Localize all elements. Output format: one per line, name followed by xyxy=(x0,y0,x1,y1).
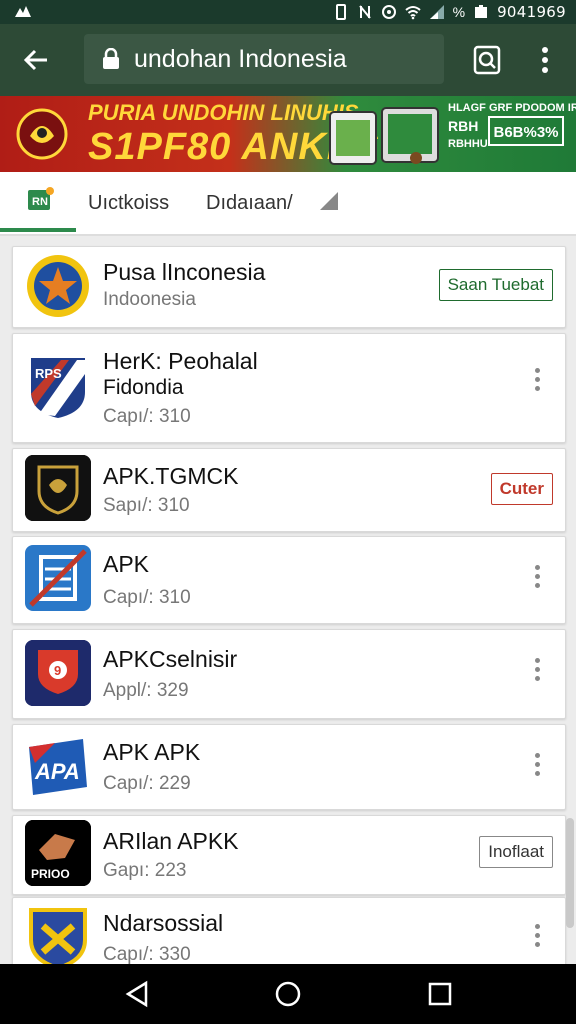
banner-price-box[interactable]: B6B%3% xyxy=(488,116,564,146)
app-card[interactable]: APA APK APK Capı/: 229 xyxy=(12,724,566,810)
app-bar: undohan Indonesia xyxy=(0,24,576,96)
vibrate-icon xyxy=(335,4,346,20)
home-circle-icon[interactable] xyxy=(274,980,302,1008)
app-icon-text: PRIOO xyxy=(31,867,70,881)
tab-active-indicator xyxy=(0,228,76,232)
app-subtitle: Capı/: 310 xyxy=(103,406,191,427)
mute-icon xyxy=(358,5,371,19)
app-title: ARIlan APKK xyxy=(103,828,239,854)
dropdown-triangle-icon[interactable] xyxy=(318,190,340,212)
tab-first[interactable]: Uıctkoiss xyxy=(88,192,169,215)
system-nav-bar xyxy=(0,964,576,1024)
app-icon-blue-tile xyxy=(25,545,91,611)
banner-headline: PURIA UNDOHIN LINUHIS xyxy=(88,100,359,125)
app-subtitle: Capı/: 229 xyxy=(103,773,191,794)
scrollbar[interactable] xyxy=(566,818,574,928)
app-title: HerK: Peohalal xyxy=(103,348,258,374)
app-subtitle: Capı/: 330 xyxy=(103,944,191,965)
app-card[interactable]: 9 APKCselnisir Appl/: 329 xyxy=(12,629,566,719)
app-subtitle: Indoonesia xyxy=(103,289,196,310)
app-title: APK.TGMCK xyxy=(103,463,239,489)
app-subtitle: Capı/: 310 xyxy=(103,587,191,608)
url-text: undohan Indonesia xyxy=(134,44,347,73)
app-subtitle: Sapı/: 310 xyxy=(103,495,190,516)
emblem-logo-icon xyxy=(16,108,68,160)
battery-percent: % xyxy=(452,4,466,20)
app-icon-badge xyxy=(25,253,91,319)
app-title: APKCselnisir xyxy=(103,646,238,672)
tablet-illustration-icon xyxy=(329,107,439,165)
app-card[interactable]: PRIOO ARIlan APKK Gapı: 223 Inoflaat xyxy=(12,815,566,895)
svg-text:APA: APA xyxy=(34,759,80,784)
more-options-icon[interactable] xyxy=(535,565,541,592)
tab-apps[interactable]: RN xyxy=(26,186,54,214)
app-icon-apa: APA xyxy=(25,733,91,799)
app-title: APK xyxy=(103,551,150,577)
app-icon-shield-yellow xyxy=(25,904,91,970)
svg-text:9: 9 xyxy=(54,663,61,678)
app-icon-anvil: PRIOO xyxy=(25,820,91,886)
app-title: Ndarsossial xyxy=(103,910,224,936)
banner-small-line3: RBHHU xyxy=(448,138,488,150)
status-bar: % 9041969 xyxy=(0,0,576,24)
url-bar[interactable]: undohan Indonesia xyxy=(84,34,444,84)
signal-icon xyxy=(429,5,444,19)
banner-small-line2: RBH xyxy=(448,118,479,134)
notification-icon xyxy=(15,6,31,17)
app-action-button[interactable]: Inoflaat xyxy=(479,836,553,868)
app-title-line2: Fidondia xyxy=(103,376,184,399)
more-options-icon[interactable] xyxy=(535,658,541,685)
back-arrow-icon[interactable] xyxy=(22,46,50,74)
app-icon-shield: RPS xyxy=(25,354,91,420)
tab-bar: RN Uıctkoiss Dıdaıaan/ xyxy=(0,172,576,236)
app-action-button[interactable]: Cuter xyxy=(490,473,553,505)
app-title: APK APK xyxy=(103,739,201,765)
app-action-button[interactable]: Saan Tuebat xyxy=(438,269,553,301)
back-triangle-icon[interactable] xyxy=(124,980,152,1008)
bookmark-search-icon[interactable] xyxy=(472,44,502,76)
banner-small-line1: HLAGF GRF PDODOM IRBRIIE xyxy=(448,102,576,114)
app-title: Pusa lInconesia xyxy=(103,259,266,285)
app-subtitle: Appl/: 329 xyxy=(103,680,189,701)
app-card[interactable]: APK Capı/: 310 xyxy=(12,536,566,624)
svg-text:RPS: RPS xyxy=(35,366,62,381)
apps-store-icon: RN xyxy=(28,187,54,210)
clock: 9041969 xyxy=(497,3,566,21)
more-options-icon[interactable] xyxy=(535,753,541,780)
alarm-icon xyxy=(381,5,396,19)
app-card[interactable]: Pusa lInconesia Indoonesia Saan Tuebat xyxy=(12,246,566,328)
more-options-icon[interactable] xyxy=(535,924,541,951)
app-card[interactable]: RPS HerK: Peohalal Fidondia Capı/: 310 xyxy=(12,333,566,443)
more-options-icon[interactable] xyxy=(535,368,541,395)
lock-icon xyxy=(103,48,119,69)
app-subtitle: Gapı: 223 xyxy=(103,860,187,881)
tab-second[interactable]: Dıdaıaan/ xyxy=(206,192,293,215)
battery-icon xyxy=(475,5,488,18)
app-icon-crest xyxy=(25,455,91,521)
promo-banner[interactable]: PURIA UNDOHIN LINUHIS S1PF80 ANKES HLAGF… xyxy=(0,96,576,172)
tab-apps-label: RN xyxy=(32,196,48,208)
wifi-icon xyxy=(404,6,421,20)
recents-square-icon[interactable] xyxy=(426,980,454,1008)
app-icon-red-shield: 9 xyxy=(25,640,91,706)
overflow-menu-icon[interactable] xyxy=(532,44,558,76)
app-card[interactable]: APK.TGMCK Sapı/: 310 Cuter xyxy=(12,448,566,532)
